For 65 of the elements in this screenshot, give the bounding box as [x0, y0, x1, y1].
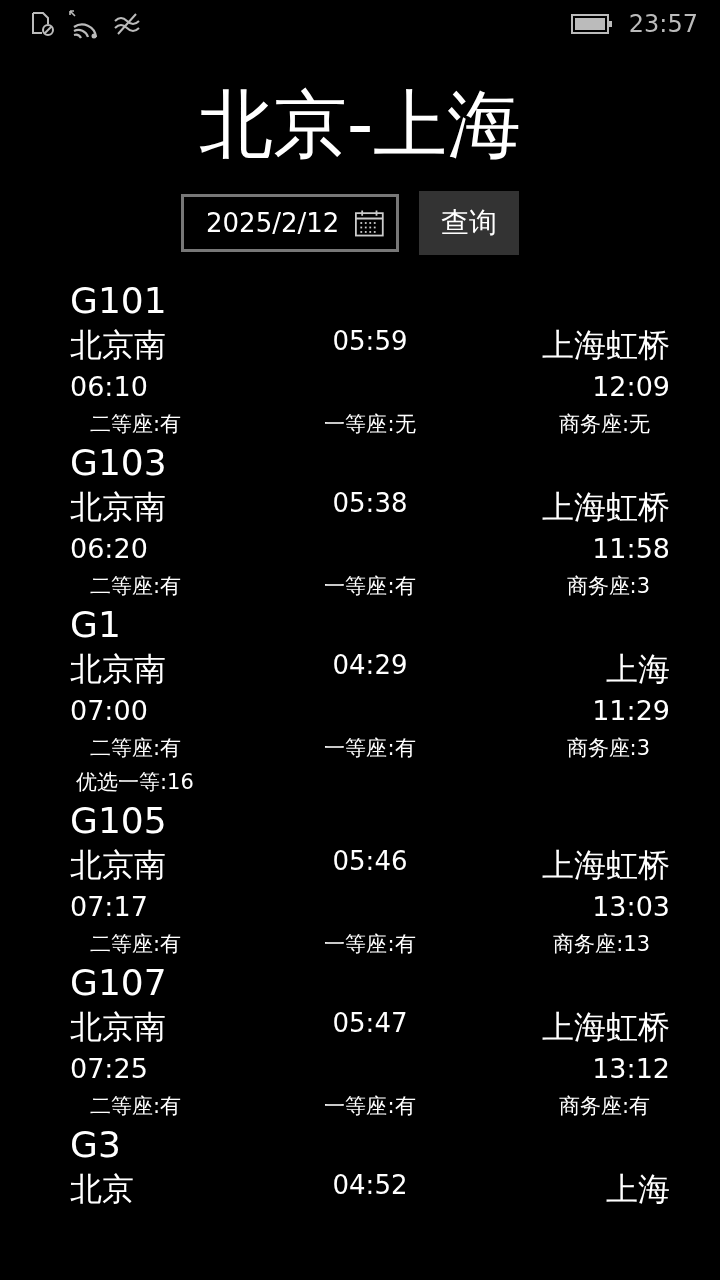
- arrival-station: 上海: [605, 649, 670, 690]
- seat-availability: 一等座:无: [323, 411, 417, 438]
- train-number: G107: [70, 961, 168, 1005]
- departure-station: 北京南: [70, 1007, 167, 1048]
- travel-duration: 04:52: [331, 1169, 409, 1202]
- departure-station: 北京: [70, 1169, 135, 1210]
- departure-station: 北京南: [70, 325, 167, 366]
- travel-duration: 04:29: [331, 649, 409, 682]
- arrival-station: 上海虹桥: [541, 1007, 670, 1048]
- arrival-station: 上海: [605, 1169, 670, 1210]
- travel-duration: 05:46: [331, 845, 409, 878]
- train-item[interactable]: G3 北京 04:52 上海: [70, 1123, 670, 1211]
- wifi-icon: [68, 9, 100, 39]
- seat-availability: 优选一等:16: [75, 769, 195, 796]
- departure-time: 06:20: [70, 532, 148, 566]
- seat-availability: 二等座:有: [89, 931, 183, 958]
- arrival-time: 11:29: [592, 694, 670, 728]
- seat-availability: 一等座:有: [323, 735, 417, 762]
- seat-availability: 商务座:无: [557, 411, 651, 438]
- train-number: G1: [70, 603, 122, 647]
- seat-availability: 商务座:有: [557, 1093, 651, 1120]
- departure-time: 07:25: [70, 1052, 148, 1086]
- travel-duration: 05:47: [331, 1007, 409, 1040]
- seat-availability: 二等座:有: [89, 735, 183, 762]
- train-number: G3: [70, 1123, 122, 1167]
- train-item[interactable]: G1 北京南 04:29 上海 07:00 11:29 二等座:有 一等座:有 商务座:3 优选一等:16: [70, 603, 670, 799]
- arrival-station: 上海虹桥: [541, 487, 670, 528]
- departure-station: 北京南: [70, 649, 167, 690]
- departure-station: 北京南: [70, 487, 167, 528]
- arrival-time: 13:12: [592, 1052, 670, 1086]
- arrival-time: 11:58: [592, 532, 670, 566]
- seat-availability: 商务座:3: [565, 735, 651, 762]
- arrival-time: 12:09: [592, 370, 670, 404]
- seat-availability: 商务座:3: [565, 573, 651, 600]
- train-number: G103: [70, 441, 168, 485]
- arrival-station: 上海虹桥: [541, 325, 670, 366]
- departure-time: 07:17: [70, 890, 148, 924]
- seat-availability: 商务座:13: [552, 931, 651, 958]
- train-item[interactable]: G103 北京南 05:38 上海虹桥 06:20 11:58 二等座:有 一等座:有 商务座:3: [70, 441, 670, 603]
- departure-station: 北京南: [70, 845, 167, 886]
- sim-card-icon: [30, 11, 56, 37]
- departure-time: 06:10: [70, 370, 148, 404]
- arrival-station: 上海虹桥: [541, 845, 670, 886]
- seat-availability: 一等座:有: [323, 573, 417, 600]
- travel-duration: 05:38: [331, 487, 409, 520]
- calendar-icon: [355, 208, 384, 238]
- battery-icon: [570, 14, 613, 34]
- train-item[interactable]: G101 北京南 05:59 上海虹桥 06:10 12:09 二等座:有 一等座:无 商务座:无: [70, 279, 670, 441]
- seat-availability: 一等座:有: [323, 1093, 417, 1120]
- route-title: 北京-上海: [197, 80, 523, 169]
- date-field[interactable]: 2025/2/12: [181, 194, 399, 252]
- train-item[interactable]: G105 北京南 05:46 上海虹桥 07:17 13:03 二等座:有 一等座:有 商务座:13: [70, 799, 670, 961]
- train-item[interactable]: G107 北京南 05:47 上海虹桥 07:25 13:12 二等座:有 一等座:有 商务座:有: [70, 961, 670, 1123]
- train-number: G101: [70, 279, 168, 323]
- seat-availability: 二等座:有: [89, 1093, 183, 1120]
- departure-time: 07:00: [70, 694, 148, 728]
- seat-availability: 二等座:有: [89, 573, 183, 600]
- arrival-time: 13:03: [592, 890, 670, 924]
- seat-availability: 一等座:有: [323, 931, 417, 958]
- seat-availability: 二等座:有: [89, 411, 183, 438]
- travel-duration: 05:59: [331, 325, 409, 358]
- data-connection-icon: [112, 11, 142, 37]
- query-button[interactable]: 查询: [419, 191, 519, 255]
- clock-time: 23:57: [628, 10, 698, 38]
- train-number: G105: [70, 799, 168, 843]
